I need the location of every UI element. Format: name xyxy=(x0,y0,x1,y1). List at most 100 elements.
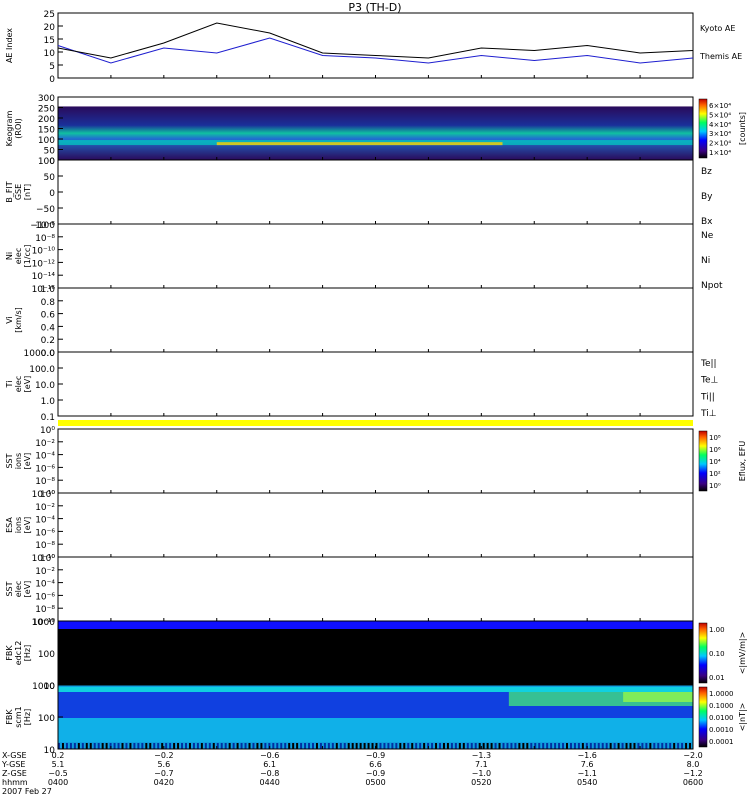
colorbar-tick-label: 0.0001 xyxy=(709,738,734,746)
fbk-b-tick-strip xyxy=(192,743,195,749)
y-axis-label: FBK xyxy=(5,709,14,725)
fbk-b-tick-strip xyxy=(546,743,549,749)
fbk-b-tick-strip xyxy=(637,743,640,749)
legend-label: Kyoto AE xyxy=(700,24,735,33)
fbk-b-tick-strip xyxy=(280,743,283,749)
panel-sst_ion: 10⁰10⁻²10⁻⁴10⁻⁶10⁻⁸10⁻¹⁰SST ions [eV]10⁸10… xyxy=(5,426,747,500)
fbk-b-tick-strip xyxy=(450,743,453,749)
y-axis-label: FBK xyxy=(5,645,14,661)
x-tick-y: 7.1 xyxy=(475,760,488,769)
fbk-b-band-1 xyxy=(58,687,693,692)
fbk-b-tick-strip xyxy=(181,743,184,749)
y-axis-label: ESA xyxy=(5,517,14,533)
fbk-b-tick-strip xyxy=(81,743,84,749)
x-tick-time: 0600 xyxy=(683,778,703,787)
x-tick-z: −1.2 xyxy=(683,769,702,778)
panel-frame xyxy=(57,287,694,353)
y-tick-label: 10.0 xyxy=(35,381,55,391)
fbk-b-tick-strip xyxy=(649,743,652,749)
fbk-b-tick-strip xyxy=(355,743,358,749)
x-tick-time: 0440 xyxy=(259,778,279,787)
fbk-b-tick-strip xyxy=(252,743,255,749)
fbk-b-tick-strip xyxy=(188,743,191,749)
y-tick-label: 0 xyxy=(49,189,55,199)
fbk-b-tick-strip xyxy=(669,743,672,749)
fbk-b-tick-strip xyxy=(383,743,386,749)
x-tick-z: −0.5 xyxy=(48,769,67,778)
fbk-b-tick-strip xyxy=(407,743,410,749)
y-tick-label: 10⁻⁸ xyxy=(35,477,55,487)
fbk-b-tick-strip xyxy=(530,743,533,749)
fbk-b-tick-strip xyxy=(89,743,92,749)
colorbar-label: <|mV/m|> xyxy=(738,632,747,675)
y-tick-label: 10⁻⁶ xyxy=(35,221,55,231)
series-line xyxy=(57,22,694,59)
component-label: By xyxy=(701,192,713,202)
y-axis-label: elec xyxy=(14,248,23,264)
fbk-b-tick-strip xyxy=(494,743,497,749)
y-tick-label: 1.0 xyxy=(41,397,56,407)
y-axis-label: edc12 xyxy=(14,641,23,666)
x-tick-time: 0520 xyxy=(471,778,491,787)
y-axis-label: [eV] xyxy=(23,453,32,470)
fbk-b-tick-strip xyxy=(308,743,311,749)
panel-esa: 10⁰10⁻²10⁻⁴10⁻⁶10⁻⁸10⁻¹⁰ESA ions [eV] xyxy=(5,490,694,564)
x-tick-z: −0.8 xyxy=(260,769,279,778)
fbk-b-tick-strip xyxy=(236,743,239,749)
colorbar xyxy=(698,622,708,684)
fbk-b-tick-strip xyxy=(177,743,180,749)
fbk-b-tick-strip xyxy=(141,743,144,749)
panel-sst_elec: 10⁰10⁻²10⁻⁴10⁻⁶10⁻⁸10⁻¹⁰SST elec [eV] xyxy=(5,554,694,628)
fbk-b-tick-strip xyxy=(542,743,545,749)
fbk-b-tick-strip xyxy=(454,743,457,749)
colorbar-tick-label: 10⁸ xyxy=(709,434,721,442)
fbk-b-tick-strip xyxy=(581,743,584,749)
x-tick-x: 0.2 xyxy=(52,751,65,760)
panels: 2520151050AE Index Kyoto AEThemis AE30025… xyxy=(5,10,747,756)
fbk-b-tick-strip xyxy=(196,743,199,749)
fbk-b-tick-strip xyxy=(522,743,525,749)
fbk-b-tick-strip xyxy=(117,743,120,749)
y-axis-label: AE Index xyxy=(5,28,14,63)
y-axis-label: [Hz] xyxy=(23,645,32,661)
fbk-b-tick-strip xyxy=(442,743,445,749)
y-axis-label: Keogram xyxy=(5,110,14,146)
fbk-b-tick-strip xyxy=(625,743,628,749)
colorbar-tick-label: 2×10⁴ xyxy=(709,140,731,148)
y-axis-label: [eV] xyxy=(23,376,32,393)
fbk-b-tick-strip xyxy=(629,743,632,749)
y-tick-label: 100 xyxy=(38,136,55,146)
panel-frame xyxy=(57,223,694,289)
y-tick-label: 10⁻⁶ xyxy=(35,464,55,474)
x-tick-y: 6.6 xyxy=(369,760,382,769)
panel-fbk_e: 100010010FBK edc12 [Hz]1.000.100.01<|mV/m|… xyxy=(5,618,747,692)
fbk-b-tick-strip xyxy=(621,743,624,749)
fbk-b-tick-strip xyxy=(423,743,426,749)
x-row-label: hhmm xyxy=(2,778,28,787)
component-label: Ne xyxy=(701,231,714,241)
y-axis-label: GSE xyxy=(14,184,23,200)
component-label: Te|| xyxy=(700,359,717,369)
fbk-b-tick-strip xyxy=(240,743,243,749)
themis-summary-plot: P3 (TH-D) 2520151050AE Index Kyoto AEThem… xyxy=(1,1,747,796)
x-tick-y: 5.1 xyxy=(52,760,65,769)
colorbar-tick-label: 6×10⁴ xyxy=(709,102,731,110)
component-label: Ni xyxy=(701,256,710,266)
fbk-b-tick-strip xyxy=(391,743,394,749)
y-axis-label: scm1 xyxy=(14,706,23,727)
fbk-b-tick-strip xyxy=(474,743,477,749)
y-axis-label: Ti xyxy=(5,381,14,389)
y-tick-label: 10 xyxy=(44,49,56,59)
fbk-b-tick-strip xyxy=(577,743,580,749)
colorbar-tick-label: 0.01 xyxy=(709,674,725,682)
colorbar-tick-label: 10⁰ xyxy=(709,482,721,490)
colorbar-tick-label: 10⁴ xyxy=(709,458,721,466)
y-tick-label: 0.4 xyxy=(41,323,56,333)
panel-frame xyxy=(57,428,694,494)
fbk-b-tick-strip xyxy=(165,743,168,749)
y-tick-label: 0.6 xyxy=(41,311,56,321)
fbk-b-tick-strip xyxy=(208,743,211,749)
fbk-b-tick-strip xyxy=(145,743,148,749)
fbk-b-tick-strip xyxy=(323,743,326,749)
fbk-b-tick-strip xyxy=(367,743,370,749)
